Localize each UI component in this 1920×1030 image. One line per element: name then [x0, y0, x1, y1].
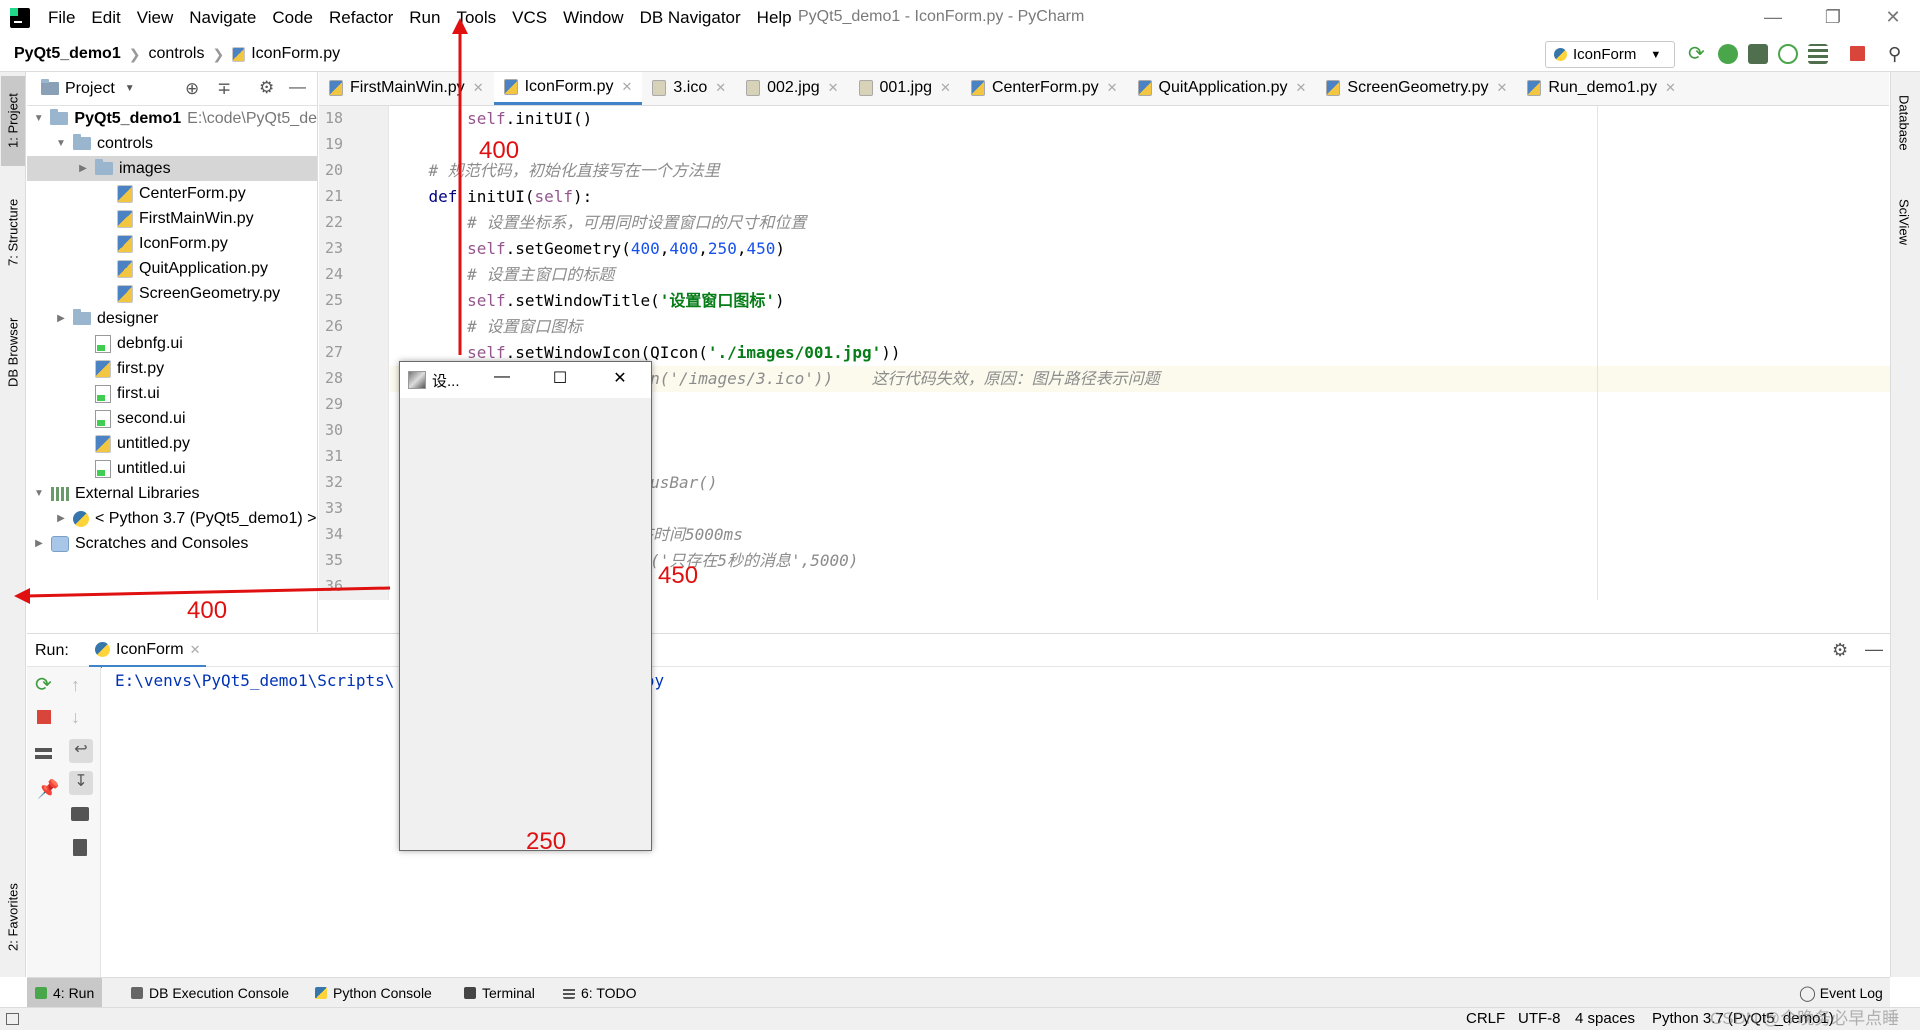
horizontal-arrow-line: [25, 586, 391, 598]
annotation-x-offset: 400: [187, 597, 228, 624]
annotation-height: 450: [658, 562, 699, 589]
arrow-left-icon: [14, 588, 30, 604]
annotation-arrows: [14, 18, 468, 604]
pycharm-window: File Edit View Navigate Code Refactor Run Tools…: [0, 0, 1920, 1030]
annotation-width: 250: [526, 828, 567, 855]
arrow-up-icon: [452, 18, 468, 34]
annotation-y-offset: 400: [479, 137, 520, 164]
